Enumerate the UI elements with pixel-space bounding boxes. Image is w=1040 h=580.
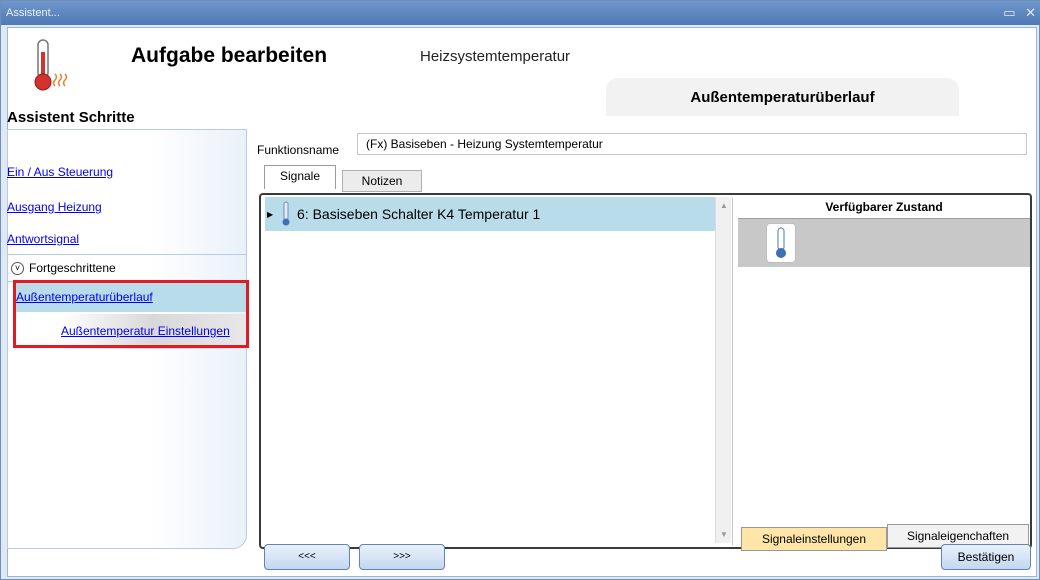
chevron-down-circle-icon: ˅	[11, 261, 24, 275]
highlight-box	[13, 280, 249, 348]
window-controls[interactable]: ▭ ✕	[1003, 1, 1039, 25]
steps-sidebar: Assistent Schritte Ein / Aus Steuerung A…	[1, 101, 249, 551]
thermometer-heat-icon	[34, 39, 68, 91]
thermometer-icon	[282, 201, 290, 226]
scroll-up-icon[interactable]: ▲	[720, 201, 728, 210]
page-subtitle: Heizsystemtemperatur	[420, 48, 571, 65]
step-link-antwortsignal[interactable]: Antwortsignal	[7, 232, 79, 246]
window-title: Assistent...	[6, 7, 60, 19]
previous-button[interactable]: <<<	[264, 544, 350, 570]
steps-title: Assistent Schritte	[7, 109, 135, 126]
function-name-field[interactable]: (Fx) Basiseben - Heizung Systemtemperatu…	[357, 133, 1027, 155]
state-panel-title: Verfügbarer Zustand	[738, 197, 1030, 219]
tab-signale[interactable]: Signale	[264, 165, 336, 189]
step-link-ausgang-heizung[interactable]: Ausgang Heizung	[7, 200, 102, 214]
tab-signaleinstellungen[interactable]: Signaleinstellungen	[741, 527, 887, 551]
signal-list[interactable]: ▶ 6: Basiseben Schalter K4 Temperatur 1 …	[263, 197, 733, 545]
advanced-toggle[interactable]: ˅ Fortgeschrittene	[11, 261, 116, 275]
assistant-window: Assistent... ▭ ✕ Aufgabe bearbeiten Heiz…	[0, 0, 1040, 580]
step-link-ein-aus[interactable]: Ein / Aus Steuerung	[7, 165, 113, 179]
state-row[interactable]	[738, 219, 1030, 267]
current-step-label: Außentemperaturüberlauf	[606, 78, 959, 116]
scroll-down-icon[interactable]: ▼	[720, 530, 728, 539]
tab-notizen[interactable]: Notizen	[342, 170, 422, 192]
signal-row[interactable]: ▶ 6: Basiseben Schalter K4 Temperatur 1	[265, 197, 715, 231]
thermometer-icon	[776, 227, 786, 258]
row-pointer-icon: ▶	[267, 209, 274, 219]
title-bar: Assistent... ▭ ✕	[1, 1, 1040, 25]
divider	[7, 254, 247, 255]
confirm-button[interactable]: Bestätigen	[941, 544, 1031, 570]
function-name-label: Funktionsname	[257, 143, 340, 157]
state-thermometer-tile[interactable]	[766, 223, 796, 263]
signal-list-scrollbar[interactable]: ▲ ▼	[715, 197, 731, 543]
signal-label: 6: Basiseben Schalter K4 Temperatur 1	[297, 206, 541, 222]
next-button[interactable]: >>>	[359, 544, 445, 570]
state-panel: Verfügbarer Zustand	[738, 197, 1030, 545]
advanced-label: Fortgeschrittene	[29, 261, 116, 275]
page-title: Aufgabe bearbeiten	[131, 44, 328, 67]
